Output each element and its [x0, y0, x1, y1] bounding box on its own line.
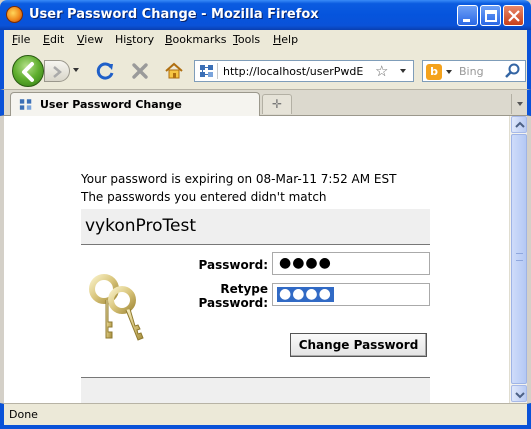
menu-accesskey: T — [233, 33, 238, 46]
status-bar: Done — [0, 403, 531, 429]
menu-accesskey: E — [43, 33, 50, 46]
expiry-message: Your password is expiring on 08-Mar-11 7… — [81, 172, 397, 186]
stop-icon[interactable] — [130, 61, 150, 81]
bing-engine-icon[interactable]: b — [426, 64, 442, 80]
retype-label-line2: Password: — [198, 296, 269, 310]
window-titlebar[interactable]: User Password Change - Mozilla Firefox — [0, 0, 531, 30]
vertical-scrollbar[interactable] — [509, 116, 527, 403]
retype-password-label: Retype Password: — [199, 282, 269, 310]
scroll-down-button[interactable] — [511, 385, 527, 402]
menu-file[interactable]: File — [12, 33, 30, 46]
forward-button[interactable] — [44, 60, 70, 82]
maximize-icon — [485, 10, 497, 22]
retype-password-field[interactable]: ●●●● — [272, 283, 430, 306]
menu-accesskey: V — [77, 33, 85, 46]
password-label: Password: — [198, 258, 269, 272]
navigation-toolbar: http://localhost/userPwdExp ☆ b Bing — [0, 50, 531, 90]
menu-history[interactable]: History — [115, 33, 154, 46]
tab-user-password-change[interactable]: User Password Change — [10, 92, 260, 116]
url-text[interactable]: http://localhost/userPwdExp — [223, 65, 363, 78]
menu-edit[interactable]: Edit — [43, 33, 64, 46]
new-tab-button[interactable]: ✛ — [262, 94, 292, 114]
search-magnifier-icon[interactable] — [505, 63, 521, 79]
username-header: vykonProTest — [81, 209, 430, 245]
change-password-button[interactable]: Change Password — [290, 333, 427, 357]
close-button[interactable] — [503, 5, 524, 26]
close-icon — [508, 10, 520, 22]
menu-accesskey: s — [126, 33, 133, 46]
menu-view[interactable]: View — [77, 33, 103, 46]
back-button[interactable] — [12, 55, 44, 87]
search-bar[interactable]: b Bing — [422, 60, 526, 82]
form-footer — [81, 377, 430, 403]
username-text: vykonProTest — [85, 216, 196, 236]
minimize-icon — [463, 19, 470, 22]
window-title: User Password Change - Mozilla Firefox — [29, 7, 319, 22]
password-value: ●●●● — [279, 255, 332, 271]
menu-help[interactable]: Help — [273, 33, 298, 46]
site-favicon-icon — [200, 65, 213, 77]
history-dropdown-icon[interactable] — [73, 68, 79, 72]
retype-password-value: ●●●● — [277, 286, 334, 302]
chevron-up-icon — [515, 121, 525, 128]
tab-bar: User Password Change ✛ — [0, 90, 531, 116]
menu-tools[interactable]: Tools — [233, 33, 260, 46]
status-text: Done — [9, 408, 38, 421]
chevron-down-icon — [515, 392, 525, 399]
home-icon[interactable] — [164, 61, 184, 81]
maximize-button[interactable] — [480, 5, 501, 26]
tab-label: User Password Change — [40, 98, 182, 111]
scroll-thumb[interactable] — [511, 134, 527, 384]
address-bar[interactable]: http://localhost/userPwdExp ☆ — [194, 60, 414, 82]
minimize-button[interactable] — [457, 5, 478, 26]
bookmark-star-icon[interactable]: ☆ — [375, 62, 388, 80]
url-dropdown-icon[interactable] — [400, 69, 406, 73]
address-separator — [217, 63, 218, 79]
menu-bookmarks[interactable]: Bookmarks — [165, 33, 226, 46]
search-placeholder: Bing — [459, 65, 484, 78]
retype-label-line1: Retype — [220, 282, 268, 296]
menu-accesskey: H — [273, 33, 282, 46]
page-content: Your password is expiring on 08-Mar-11 7… — [4, 116, 509, 403]
back-arrow-icon — [22, 62, 34, 82]
site-favicon-icon — [19, 99, 32, 110]
chevron-down-icon — [517, 102, 523, 106]
password-field[interactable]: ●●●● — [272, 252, 430, 275]
forward-arrow-icon — [53, 66, 62, 78]
keys-icon — [89, 274, 144, 341]
menu-bar: File Edit View History Bookmarks Tools H… — [0, 30, 531, 50]
menu-accesskey: F — [12, 33, 18, 46]
firefox-logo-icon — [6, 6, 23, 23]
engine-dropdown-icon[interactable] — [446, 70, 452, 74]
reload-icon[interactable] — [96, 61, 116, 81]
scroll-up-button[interactable] — [511, 116, 527, 133]
list-all-tabs-button[interactable] — [511, 94, 528, 114]
scroll-grip — [516, 253, 523, 261]
error-message: The passwords you entered didn't match — [81, 190, 327, 204]
menu-accesskey: B — [165, 33, 173, 46]
plus-icon: ✛ — [271, 97, 283, 111]
